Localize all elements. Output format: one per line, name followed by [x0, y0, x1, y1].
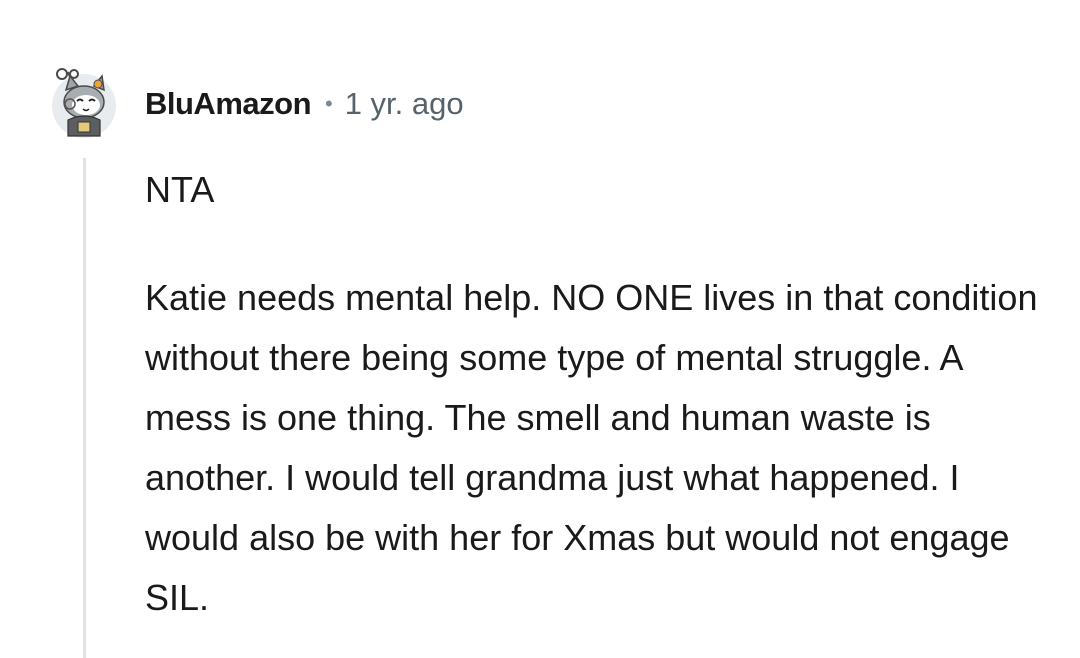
username-link[interactable]: BluAmazon: [145, 86, 312, 122]
comment-paragraph: Katie needs mental help. NO ONE lives in…: [145, 277, 1038, 618]
snoo-avatar-icon: [52, 68, 116, 138]
timestamp[interactable]: 1 yr. ago: [345, 86, 464, 122]
separator-dot: •: [325, 91, 333, 116]
comment: BluAmazon • 1 yr. ago NTA Katie needs me…: [0, 0, 1080, 658]
thread-line[interactable]: [83, 158, 86, 658]
comment-paragraph: NTA: [145, 169, 215, 210]
comment-header: BluAmazon • 1 yr. ago: [145, 84, 464, 124]
user-avatar[interactable]: [50, 68, 118, 138]
comment-body: NTA Katie needs mental help. NO ONE live…: [145, 160, 1045, 628]
